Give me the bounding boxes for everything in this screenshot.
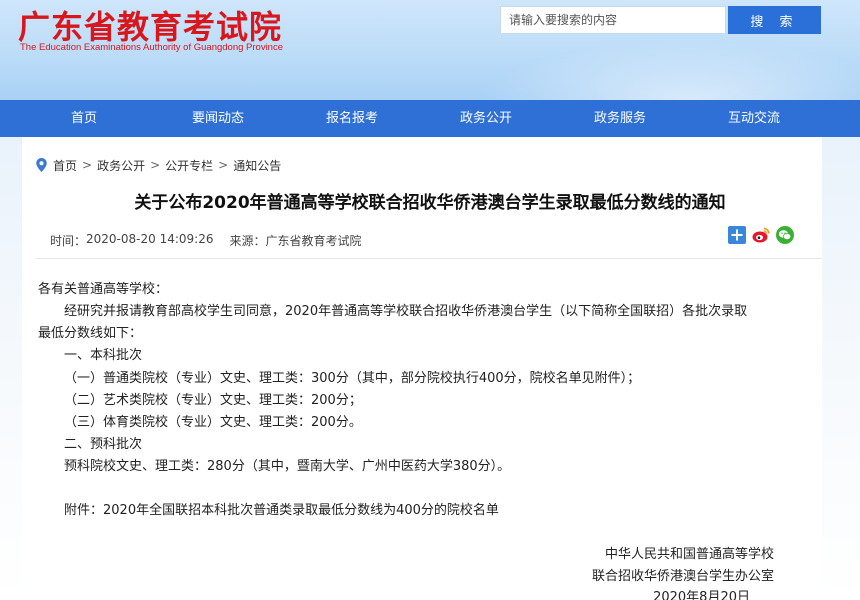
breadcrumb-separator: > bbox=[82, 158, 93, 172]
nav-item-registration[interactable]: 报名报考 bbox=[285, 100, 419, 137]
header-decoration bbox=[480, 40, 860, 100]
nav-item-gov-affairs[interactable]: 政务公开 bbox=[419, 100, 553, 137]
signature-line-1: 中华人民共和国普通高等学校 bbox=[604, 547, 774, 562]
item-general: （一）普通类院校（专业）文史、理工类：300分（其中，部分院校执行400分，院校… bbox=[64, 371, 641, 386]
time-value: 2020-08-20 14:09:26 bbox=[86, 232, 214, 246]
weibo-icon[interactable] bbox=[752, 226, 770, 244]
item-sports: （三）体育类院校（专业）文史、理工类：200分。 bbox=[64, 415, 362, 430]
main-nav: 首页 要闻动态 报名报考 政务公开 政务服务 互动交流 bbox=[0, 100, 860, 137]
share-bar bbox=[728, 226, 794, 244]
preparatory-line: 预科院校文史、理工类：280分（其中，暨南大学、广州中医药大学380分）。 bbox=[64, 459, 511, 474]
breadcrumb-separator: > bbox=[218, 158, 229, 172]
breadcrumb-separator: > bbox=[150, 158, 161, 172]
item-arts: （二）艺术类院校（专业）文史、理工类：200分； bbox=[64, 393, 362, 408]
wechat-icon[interactable] bbox=[776, 226, 794, 244]
breadcrumb: 首页 > 政务公开 > 公开专栏 > 通知公告 bbox=[36, 156, 281, 174]
search-button[interactable]: 搜 索 bbox=[728, 6, 821, 34]
article-title: 关于公布2020年普通高等学校联合招收华侨港澳台学生录取最低分数线的通知 bbox=[134, 193, 726, 213]
paragraph-1-line-2: 最低分数线如下： bbox=[38, 326, 143, 341]
greeting: 各有关普通高等学校： bbox=[38, 282, 169, 297]
breadcrumb-home[interactable]: 首页 bbox=[53, 157, 77, 174]
site-logo-subtitle: The Education Examinations Authority of … bbox=[20, 42, 283, 53]
nav-item-interaction[interactable]: 互动交流 bbox=[687, 100, 821, 137]
nav-item-gov-services[interactable]: 政务服务 bbox=[553, 100, 687, 137]
nav-item-news[interactable]: 要闻动态 bbox=[151, 100, 285, 137]
location-pin-icon bbox=[36, 158, 47, 172]
section-preparatory: 二、预科批次 bbox=[64, 437, 143, 452]
source-value: 广东省教育考试院 bbox=[265, 234, 362, 248]
meta-divider bbox=[36, 258, 822, 259]
source-label: 来源： bbox=[229, 234, 266, 248]
breadcrumb-public-column[interactable]: 公开专栏 bbox=[165, 157, 213, 174]
share-plus-icon[interactable] bbox=[728, 226, 746, 244]
breadcrumb-gov-affairs[interactable]: 政务公开 bbox=[97, 157, 145, 174]
breadcrumb-notices[interactable]: 通知公告 bbox=[233, 157, 281, 174]
paragraph-1-line-1: 经研究并报请教育部高校学生司同意，2020年普通高等学校联合招收华侨港澳台学生（… bbox=[64, 304, 748, 319]
site-header: 广东省教育考试院 The Education Examinations Auth… bbox=[0, 0, 860, 100]
time-label: 时间： bbox=[50, 234, 87, 248]
nav-item-home[interactable]: 首页 bbox=[17, 100, 151, 137]
search-input[interactable] bbox=[500, 6, 726, 34]
signature-line-2: 联合招收华侨港澳台学生办公室 bbox=[591, 569, 774, 584]
signature-date: 2020年8月20日 bbox=[653, 590, 750, 600]
attachment-link[interactable]: 附件：2020年全国联招本科批次普通类录取最低分数线为400分的院校名单 bbox=[64, 499, 499, 518]
article-meta: 时间： 2020-08-20 14:09:26 来源： 广东省教育考试院 bbox=[50, 232, 362, 249]
section-undergrad: 一、本科批次 bbox=[64, 348, 143, 363]
